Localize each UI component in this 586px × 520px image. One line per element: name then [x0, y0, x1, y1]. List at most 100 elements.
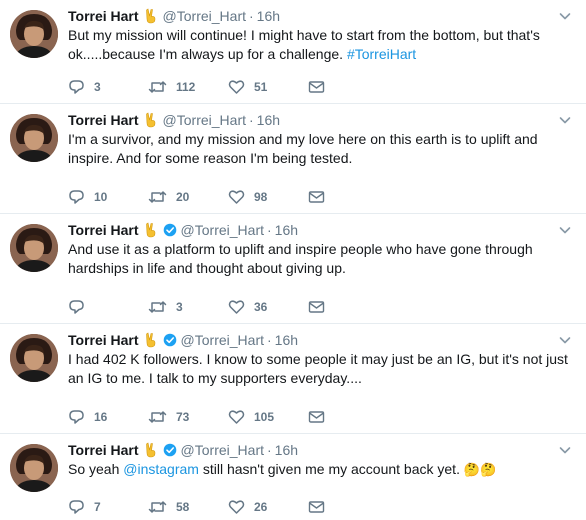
like-button[interactable]: 105	[228, 409, 308, 425]
like-icon	[228, 189, 245, 205]
timestamp[interactable]: 16h	[257, 7, 280, 25]
timestamp[interactable]: 16h	[257, 111, 280, 129]
reply-icon	[68, 499, 85, 515]
chevron-down-icon[interactable]	[558, 113, 572, 131]
user-handle[interactable]: @Torrei_Hart	[181, 331, 264, 349]
direct-message-button[interactable]	[308, 299, 325, 315]
tweet-text-body: still hasn't given me my account back ye…	[198, 461, 464, 477]
tweet-actions: 3 112 51	[68, 78, 325, 96]
display-name[interactable]: Torrei Hart	[68, 7, 139, 25]
tweet[interactable]: Torrei Hart @Torrei_Hart · 16h So yeah @…	[0, 434, 586, 520]
envelope-icon	[308, 499, 325, 515]
tweet-feed: Torrei Hart @Torrei_Hart · 16h But my mi…	[0, 0, 586, 520]
avatar[interactable]	[10, 224, 58, 272]
reply-button[interactable]: 16	[68, 409, 148, 425]
retweet-count: 112	[176, 80, 196, 94]
separator-dot: ·	[249, 112, 254, 128]
separator-dot: ·	[267, 222, 272, 238]
separator-dot: ·	[267, 332, 272, 348]
retweet-button[interactable]: 3	[148, 299, 228, 315]
reply-button[interactable]: 7	[68, 499, 148, 515]
chevron-down-icon[interactable]	[558, 443, 572, 461]
user-handle[interactable]: @Torrei_Hart	[181, 441, 264, 459]
retweet-count: 3	[176, 300, 183, 314]
like-button[interactable]: 26	[228, 499, 308, 515]
retweet-icon	[148, 189, 167, 205]
timestamp[interactable]: 16h	[275, 331, 298, 349]
like-button[interactable]: 36	[228, 299, 308, 315]
tweet-actions: 16 73 105	[68, 408, 325, 426]
tweet-text: I'm a survivor, and my mission and my lo…	[68, 131, 538, 166]
envelope-icon	[308, 79, 325, 95]
avatar-image	[10, 334, 58, 382]
user-handle[interactable]: @Torrei_Hart	[181, 221, 264, 239]
like-count: 36	[254, 300, 268, 314]
verified-badge-icon	[163, 223, 177, 237]
avatar-image	[10, 10, 58, 58]
separator-dot: ·	[249, 8, 254, 24]
hashtag-link[interactable]: #TorreiHart	[347, 46, 416, 62]
like-icon	[228, 299, 245, 315]
retweet-count: 20	[176, 190, 190, 204]
avatar[interactable]	[10, 10, 58, 58]
retweet-count: 58	[176, 500, 190, 514]
timestamp[interactable]: 16h	[275, 221, 298, 239]
direct-message-button[interactable]	[308, 79, 325, 95]
avatar-image	[10, 444, 58, 492]
like-button[interactable]: 98	[228, 189, 308, 205]
avatar[interactable]	[10, 114, 58, 162]
direct-message-button[interactable]	[308, 409, 325, 425]
victory-hand-emoji	[143, 442, 159, 458]
tweet-text-body: So yeah	[68, 461, 124, 477]
tweet[interactable]: Torrei Hart @Torrei_Hart · 16h But my mi…	[0, 0, 586, 104]
display-name[interactable]: Torrei Hart	[68, 221, 139, 239]
direct-message-button[interactable]	[308, 499, 325, 515]
reply-icon	[68, 409, 85, 425]
like-icon	[228, 499, 245, 515]
reply-count: 3	[94, 80, 101, 94]
retweet-button[interactable]: 20	[148, 189, 228, 205]
chevron-down-icon[interactable]	[558, 223, 572, 241]
display-name[interactable]: Torrei Hart	[68, 441, 139, 459]
like-button[interactable]: 51	[228, 79, 308, 95]
like-icon	[228, 79, 245, 95]
victory-hand-emoji	[143, 222, 159, 238]
avatar[interactable]	[10, 334, 58, 382]
victory-hand-emoji	[143, 8, 159, 24]
tweet[interactable]: Torrei Hart @Torrei_Hart · 16h I'm a sur…	[0, 104, 586, 214]
reply-button[interactable]: 3	[68, 79, 148, 95]
reply-button[interactable]: 10	[68, 189, 148, 205]
retweet-icon	[148, 409, 167, 425]
user-handle[interactable]: @Torrei_Hart	[163, 7, 246, 25]
tweet-text: I had 402 K followers. I know to some pe…	[68, 351, 568, 386]
retweet-button[interactable]: 73	[148, 409, 228, 425]
avatar[interactable]	[10, 444, 58, 492]
retweet-button[interactable]: 58	[148, 499, 228, 515]
separator-dot: ·	[267, 442, 272, 458]
avatar-image	[10, 114, 58, 162]
mention-link[interactable]: @instagram	[123, 461, 199, 477]
tweet-text: So yeah @instagram still hasn't given me…	[68, 460, 572, 479]
like-count: 51	[254, 80, 268, 94]
retweet-icon	[148, 79, 167, 95]
chevron-down-icon[interactable]	[558, 9, 572, 27]
display-name[interactable]: Torrei Hart	[68, 331, 139, 349]
retweet-button[interactable]: 112	[148, 79, 228, 95]
tweet-actions: 7 58 26	[68, 498, 325, 516]
tweet[interactable]: Torrei Hart @Torrei_Hart · 16h And use i…	[0, 214, 586, 324]
thinking-face-emoji: 🤔🤔	[463, 462, 497, 477]
like-count: 26	[254, 500, 268, 514]
user-handle[interactable]: @Torrei_Hart	[163, 111, 246, 129]
reply-button[interactable]	[68, 299, 148, 315]
like-count: 105	[254, 410, 275, 424]
envelope-icon	[308, 409, 325, 425]
timestamp[interactable]: 16h	[275, 441, 298, 459]
envelope-icon	[308, 189, 325, 205]
chevron-down-icon[interactable]	[558, 333, 572, 351]
reply-icon	[68, 299, 85, 315]
tweet[interactable]: Torrei Hart @Torrei_Hart · 16h I had 402…	[0, 324, 586, 434]
display-name[interactable]: Torrei Hart	[68, 111, 139, 129]
direct-message-button[interactable]	[308, 189, 325, 205]
victory-hand-emoji	[143, 112, 159, 128]
tweet-text-body: But my mission will continue! I might ha…	[68, 27, 540, 62]
